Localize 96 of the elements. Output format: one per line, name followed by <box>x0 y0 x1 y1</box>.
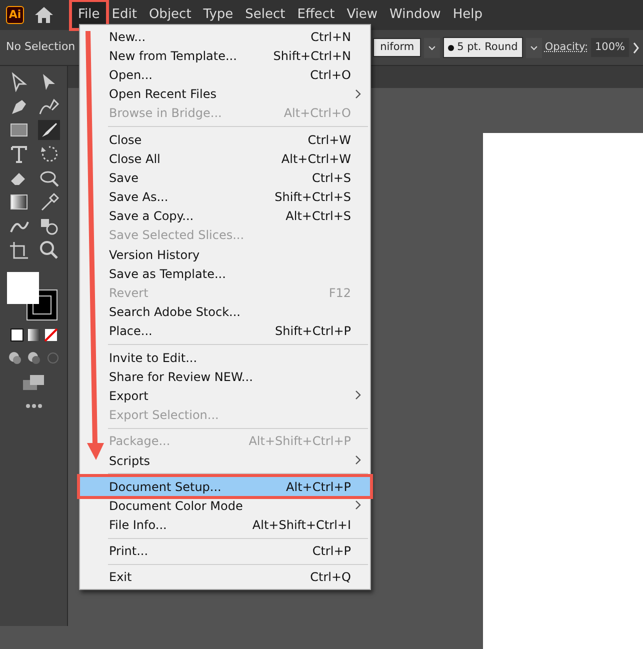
menu-item-label: Open... <box>109 66 152 84</box>
menu-item-label: Browse in Bridge... <box>109 105 222 122</box>
menu-item[interactable]: Scripts <box>80 450 370 470</box>
caret-icon[interactable] <box>526 38 542 58</box>
zoom-icon[interactable] <box>38 240 60 260</box>
menu-item[interactable]: Place... Shift+Ctrl+P <box>80 322 370 341</box>
dot-icon <box>448 44 454 50</box>
gradient-icon[interactable] <box>8 192 30 212</box>
menu-item-label: Invite to Edit... <box>109 350 198 367</box>
menu-item[interactable]: Close Ctrl+W <box>80 130 370 150</box>
selection-status: No Selection <box>6 39 76 56</box>
shortcut-text: Alt+Ctrl+S <box>286 208 351 226</box>
menu-item[interactable]: Close All Alt+Ctrl+W <box>80 149 370 168</box>
shortcut-text: Shift+Ctrl+S <box>274 189 351 206</box>
artboard-icon[interactable] <box>8 240 30 260</box>
menu-item-label: Close All <box>109 150 160 168</box>
menu-item-label: File Info... <box>109 517 167 534</box>
shortcut-text: Ctrl+O <box>310 66 351 84</box>
menu-item[interactable]: Exit Ctrl+Q <box>80 568 370 588</box>
menu-item-label: Open Recent Files <box>109 86 216 104</box>
menu-item-label: Save as Template... <box>109 266 226 283</box>
home-icon[interactable] <box>34 6 54 24</box>
shortcut-text: Shift+Ctrl+P <box>275 323 351 340</box>
opacity-label[interactable]: Opacity: <box>544 40 588 56</box>
menu-item[interactable]: Edit <box>106 2 143 28</box>
curvature-pen-icon[interactable] <box>38 96 60 116</box>
paintbrush-icon[interactable] <box>38 120 60 140</box>
shortcut-text: Alt+Shift+Ctrl+I <box>252 517 351 534</box>
menu-item[interactable]: Open Recent Files <box>80 84 370 104</box>
shortcut-text: Ctrl+N <box>310 28 351 46</box>
menu-item[interactable]: View <box>340 2 384 28</box>
menu-item-label: New from Template... <box>109 48 237 65</box>
more-icon[interactable] <box>26 404 42 408</box>
draw-mode-icon[interactable] <box>26 350 42 366</box>
menu-item[interactable]: Search Adobe Stock... <box>80 302 370 322</box>
menu-item-label: New... <box>109 28 146 46</box>
caret-icon[interactable] <box>424 38 440 58</box>
menu-item[interactable]: File Info... Alt+Shift+Ctrl+I <box>80 516 370 535</box>
menu-item[interactable]: Export <box>80 386 370 406</box>
shortcut-text: Alt+Ctrl+P <box>286 478 351 496</box>
app-logo: Ai <box>6 6 24 24</box>
menu-item-label: Save Selected Slices... <box>109 227 244 244</box>
shortcut-text: Alt+Ctrl+O <box>284 105 351 122</box>
menu-item[interactable]: Share for Review NEW... <box>80 367 370 386</box>
menu-item[interactable]: New from Template... Shift+Ctrl+N <box>80 46 370 66</box>
gradient-mode-icon[interactable] <box>26 328 40 342</box>
menu-item-label: Export <box>109 388 148 405</box>
menu-item-label: Export Selection... <box>109 407 219 424</box>
menu-item[interactable]: Effect <box>291 2 341 28</box>
menu-item[interactable]: Print... Ctrl+P <box>80 542 370 561</box>
menu-item[interactable]: Save as Template... <box>80 264 370 284</box>
chevron-right-icon[interactable] <box>632 42 640 54</box>
menu-item[interactable]: Save As... Shift+Ctrl+S <box>80 188 370 207</box>
menu-item[interactable]: Select <box>239 2 292 28</box>
none-mode-icon[interactable] <box>44 328 58 342</box>
menu-item-label: Share for Review NEW... <box>109 368 253 386</box>
screen-mode-icon[interactable] <box>22 374 46 392</box>
menu-item-label: Search Adobe Stock... <box>109 304 240 322</box>
shortcut-text: Ctrl+S <box>312 170 351 187</box>
profile-dropdown[interactable]: niform <box>373 38 422 58</box>
menu-item[interactable]: Document Color Mode <box>80 496 370 516</box>
color-mode-icon[interactable] <box>10 328 24 342</box>
menu-item[interactable]: New... Ctrl+N <box>80 27 370 46</box>
menu-item[interactable]: Invite to Edit... <box>80 348 370 368</box>
menu-item-label: Revert <box>109 285 148 302</box>
menu-item[interactable]: Document Setup... Alt+Ctrl+P <box>80 477 370 496</box>
menu-item-label: Print... <box>109 543 148 560</box>
shortcut-text: Ctrl+P <box>312 543 351 560</box>
menu-item[interactable]: Save Ctrl+S <box>80 168 370 188</box>
menu-item-label: Document Color Mode <box>109 498 243 515</box>
menu-item-label: Version History <box>109 246 200 264</box>
menu-item[interactable]: Type <box>197 2 240 28</box>
menu-item-label: Save As... <box>109 189 168 206</box>
menu-item-label: Save a Copy... <box>109 208 194 226</box>
brush-value: 5 pt. Round <box>457 40 518 55</box>
opacity-field[interactable]: 100% <box>591 38 629 58</box>
shortcut-text: Ctrl+Q <box>310 569 351 586</box>
menu-item-label: Place... <box>109 323 152 340</box>
shortcut-text: Alt+Ctrl+W <box>281 150 351 168</box>
menu-item-label: Document Setup... <box>109 478 222 496</box>
shortcut-text: Ctrl+W <box>308 132 351 149</box>
menu-item[interactable]: Window <box>384 2 447 28</box>
draw-mode-icon[interactable] <box>6 350 22 366</box>
menu-item-label: Package... <box>109 433 170 450</box>
menu-item-label: Close <box>109 132 142 149</box>
shortcut-text: Alt+Shift+Ctrl+P <box>248 433 351 450</box>
menu-item[interactable]: Save a Copy... Alt+Ctrl+S <box>80 206 370 226</box>
menu-item[interactable]: Version History <box>80 245 370 264</box>
menu-item-label: Scripts <box>109 452 150 470</box>
menu-item[interactable]: Object <box>142 2 198 28</box>
shortcut-text: Shift+Ctrl+N <box>273 48 351 65</box>
menu-item-label: Exit <box>109 569 132 586</box>
menu-item-label: Save <box>109 170 138 187</box>
shortcut-text: F12 <box>328 285 351 302</box>
menu-item[interactable]: Help <box>446 2 488 28</box>
brush-dropdown[interactable]: 5 pt. Round <box>443 36 523 58</box>
